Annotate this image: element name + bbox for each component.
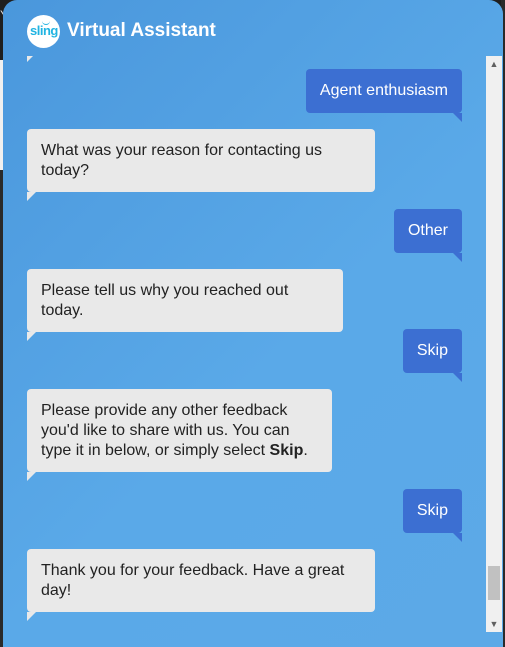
user-message: Skip [402,329,463,382]
previous-message-tail [27,56,33,62]
message-text-bold: Skip [269,442,304,459]
message-text: Skip [416,502,448,519]
chevron-down-icon[interactable]: ▼ [486,616,502,632]
message-text: Please tell us why you reached out today… [41,282,289,319]
chat-scrollbar[interactable]: ▲ ▼ [486,56,502,632]
message-text: Thank you for your feedback. Have a grea… [41,562,345,599]
message-text: What was your reason for contacting us t… [41,142,323,179]
bot-message: Please tell us why you reached out today… [27,269,343,341]
chevron-up-icon[interactable]: ▲ [486,56,502,72]
bot-message: Thank you for your feedback. Have a grea… [27,549,375,621]
message-text: Skip [416,342,448,359]
message-text-before: Please provide any other feedback you'd … [41,402,290,459]
header-title: Virtual Assistant [67,20,216,41]
message-text: Other [407,222,448,239]
user-message: Skip [402,489,463,542]
logo-text: sling [30,23,58,38]
bot-message: Please provide any other feedback you'd … [27,389,332,481]
user-message: Agent enthusiasm [305,69,463,122]
scrollbar-thumb[interactable] [488,566,500,600]
sling-logo: sling [27,15,60,48]
user-message: Other [393,209,463,262]
bot-message: What was your reason for contacting us t… [27,129,375,201]
chat-header: sling Virtual Assistant [3,0,503,62]
chat-window: sling Virtual Assistant Agent enthusiasm… [3,0,503,647]
message-text: Agent enthusiasm [319,82,448,99]
message-text-after: . [303,442,308,459]
